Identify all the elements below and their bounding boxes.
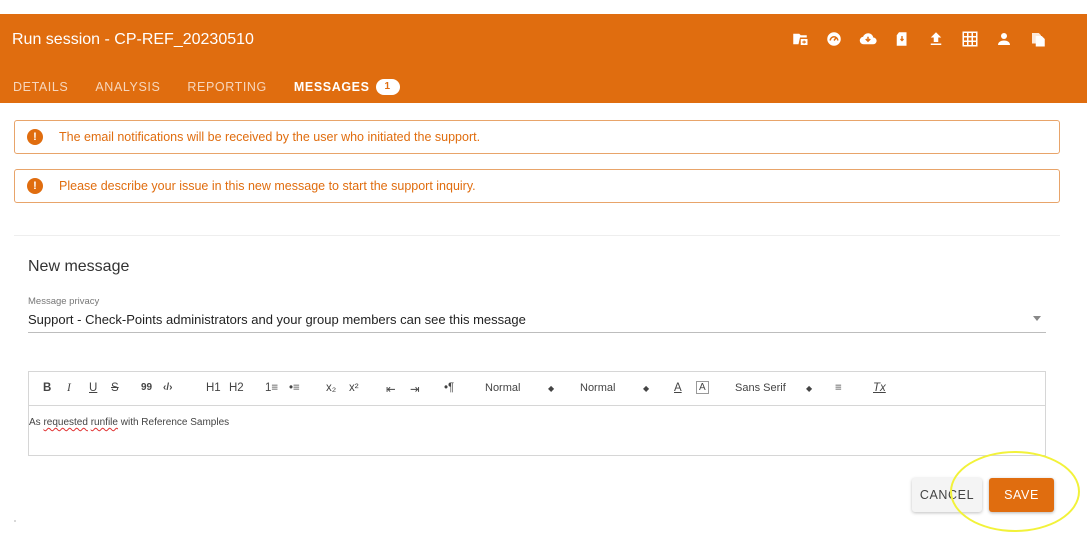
run-file-icon[interactable]: [783, 28, 817, 50]
tab-messages-label: MESSAGES: [293, 80, 370, 94]
header-actions: [783, 28, 1055, 50]
misspelled-word: runfile: [90, 417, 118, 428]
upload-icon[interactable]: [919, 28, 953, 50]
heading2-button[interactable]: H2: [229, 382, 244, 394]
info-icon: !: [27, 129, 43, 145]
content-text: with Reference Samples: [117, 417, 230, 428]
save-button[interactable]: SAVE: [989, 478, 1054, 512]
italic-button[interactable]: I: [67, 382, 71, 394]
app-header: Run session - CP-REF_20230510 DETAILS AN…: [0, 14, 1087, 103]
cloud-download-icon[interactable]: [851, 28, 885, 50]
underline-button[interactable]: U: [89, 382, 97, 394]
tab-details[interactable]: DETAILS: [13, 80, 68, 94]
editor-content[interactable]: As requested runfile with Reference Samp…: [29, 417, 229, 428]
sd-card-icon[interactable]: [885, 28, 919, 50]
font-picker[interactable]: Sans Serif: [735, 382, 786, 394]
rich-text-editor: B I U S 99 ‹/› H1 H2 1≡ •≡ x₂ x² ⇤ ⇥ •¶ …: [28, 371, 1046, 456]
background-color-button[interactable]: A: [696, 381, 709, 394]
message-privacy-select[interactable]: Support - Check-Points administrators an…: [28, 312, 526, 327]
bullet-list-button[interactable]: •≡: [289, 382, 300, 394]
size-picker[interactable]: Normal: [485, 382, 520, 394]
tab-bar: DETAILS ANALYSIS REPORTING MESSAGES 1: [13, 79, 400, 95]
message-count-badge: 1: [375, 79, 400, 95]
size-picker-caret-icon[interactable]: ◆: [548, 384, 554, 393]
person-icon[interactable]: [987, 28, 1021, 50]
info-icon: !: [27, 178, 43, 194]
cancel-button[interactable]: CANCEL: [912, 478, 982, 512]
dropdown-arrow-icon[interactable]: [1033, 316, 1041, 321]
content-text: As: [29, 417, 44, 428]
bold-button[interactable]: B: [43, 382, 51, 394]
indent-button[interactable]: ⇥: [410, 382, 420, 396]
strike-button[interactable]: S: [111, 382, 119, 394]
heading1-button[interactable]: H1: [206, 382, 221, 394]
code-block-button[interactable]: ‹/›: [163, 382, 172, 393]
divider: [14, 235, 1060, 236]
message-privacy-label: Message privacy: [28, 296, 100, 307]
page-title: Run session - CP-REF_20230510: [12, 31, 254, 48]
subscript-button[interactable]: x₂: [326, 382, 336, 394]
grid-icon[interactable]: [953, 28, 987, 50]
superscript-button[interactable]: x²: [349, 382, 359, 394]
copy-files-icon[interactable]: [1021, 28, 1055, 50]
font-color-button[interactable]: A: [674, 382, 682, 394]
misspelled-word: requested: [43, 417, 88, 428]
outdent-button[interactable]: ⇤: [386, 382, 396, 396]
ordered-list-button[interactable]: 1≡: [265, 382, 278, 394]
header-picker-caret-icon[interactable]: ◆: [643, 384, 649, 393]
new-message-title: New message: [28, 258, 130, 275]
support-inquiry-alert: ! Please describe your issue in this new…: [14, 169, 1060, 203]
align-button[interactable]: ≡: [835, 382, 842, 394]
blockquote-button[interactable]: 99: [141, 382, 152, 393]
tab-messages[interactable]: MESSAGES 1: [294, 79, 400, 95]
editor-toolbar: B I U S 99 ‹/› H1 H2 1≡ •≡ x₂ x² ⇤ ⇥ •¶ …: [29, 372, 1045, 406]
font-picker-caret-icon[interactable]: ◆: [806, 384, 812, 393]
tab-reporting[interactable]: REPORTING: [187, 80, 267, 94]
speedometer-icon[interactable]: [817, 28, 851, 50]
select-underline: [28, 332, 1046, 333]
text-direction-button[interactable]: •¶: [444, 382, 454, 394]
alert-text: The email notifications will be received…: [59, 130, 481, 144]
alert-text: Please describe your issue in this new m…: [59, 179, 476, 193]
email-notification-alert: ! The email notifications will be receiv…: [14, 120, 1060, 154]
header-picker[interactable]: Normal: [580, 382, 615, 394]
tab-analysis[interactable]: ANALYSIS: [95, 80, 160, 94]
clean-format-button[interactable]: Tx: [873, 382, 886, 394]
stray-dot: [14, 520, 16, 522]
